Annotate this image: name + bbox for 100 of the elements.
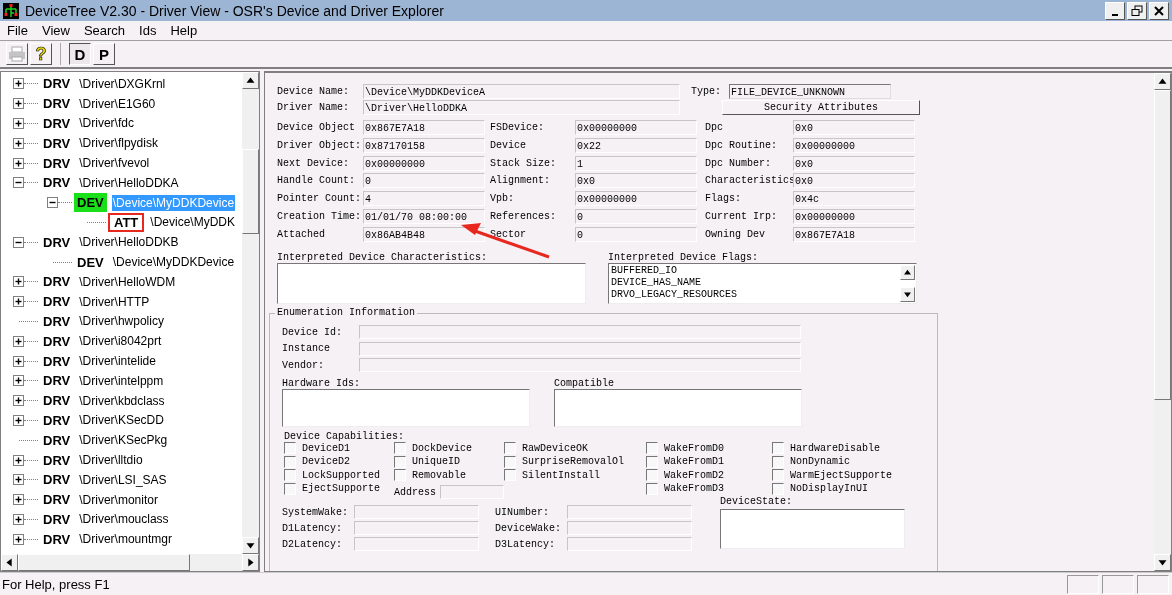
text-field[interactable]: 0x22 [575, 137, 697, 153]
collapse-icon[interactable] [13, 236, 24, 248]
expand-icon[interactable] [13, 513, 24, 525]
text-field[interactable] [354, 537, 479, 551]
menu-item[interactable]: Search [76, 23, 133, 38]
text-field[interactable]: 0x00000000 [793, 137, 915, 153]
expand-icon[interactable] [13, 414, 24, 426]
expand-icon[interactable] [13, 276, 24, 288]
scroll-down-icon[interactable] [1154, 554, 1171, 571]
expand-icon[interactable] [13, 157, 24, 169]
tree-item[interactable]: \Driver\DXGKrnl [78, 75, 167, 92]
text-field[interactable]: 0x00000000 [575, 120, 697, 135]
scrollbar-thumb[interactable] [18, 554, 190, 571]
tree-item[interactable]: \Driver\intelide [78, 353, 157, 370]
tree-item[interactable]: \Driver\HelloDDKB [78, 234, 180, 251]
tree-item[interactable]: \Driver\KSecPkg [78, 432, 169, 449]
tree-item[interactable]: \Driver\LSI_SAS [78, 471, 168, 488]
menu-item[interactable]: Ids [132, 23, 164, 38]
checkbox[interactable]: DeviceD2 [284, 455, 394, 469]
tree-item[interactable]: \Driver\kbdclass [78, 392, 166, 409]
text-field[interactable]: \Device\MyDDKDeviceA [363, 83, 680, 99]
text-field[interactable] [567, 537, 692, 551]
text-field[interactable]: 0x00000000 [575, 191, 697, 207]
checkbox[interactable]: DeviceD1 [284, 441, 394, 455]
checkbox[interactable]: NonDynamic [772, 455, 893, 469]
expand-icon[interactable] [13, 494, 24, 506]
expand-icon[interactable] [13, 118, 24, 129]
menu-item[interactable]: View [34, 23, 77, 38]
text-field[interactable]: 0x00000000 [363, 155, 485, 171]
tree-item[interactable]: \Driver\mouclass [78, 511, 170, 528]
text-field[interactable]: \Driver\HelloDDKA [363, 99, 680, 115]
checkbox[interactable]: RawDeviceOK [504, 441, 646, 455]
tree-item[interactable]: \Driver\E1G60 [78, 95, 157, 112]
tree-item[interactable]: \Driver\HelloDDKA [78, 174, 180, 191]
text-field[interactable]: 0 [575, 209, 697, 225]
text-field[interactable]: 1 [575, 155, 697, 171]
tree-item[interactable]: \Driver\hwpolicy [78, 313, 165, 330]
scroll-down-icon[interactable] [242, 537, 259, 554]
minimize-button[interactable] [1105, 1, 1125, 20]
expand-icon[interactable] [13, 375, 24, 387]
checkbox[interactable]: DockDevice [394, 441, 504, 455]
tree-item[interactable]: \Driver\HelloWDM [78, 273, 177, 290]
text-field[interactable]: 0x0 [793, 173, 915, 189]
tree-item[interactable]: \Driver\intelppm [78, 372, 165, 389]
text-field[interactable] [567, 505, 692, 519]
view-toggle-button[interactable]: D [69, 43, 91, 65]
expand-icon[interactable] [13, 474, 24, 486]
tree-item[interactable]: \Driver\i8042prt [78, 333, 163, 350]
menu-item[interactable]: File [0, 23, 35, 38]
collapse-icon[interactable] [47, 197, 58, 209]
scrollbar[interactable] [242, 72, 259, 554]
expand-icon[interactable] [13, 355, 24, 367]
scroll-down-icon[interactable] [900, 287, 915, 302]
tree-item[interactable]: \Device\MyDDK [149, 214, 236, 231]
text-field[interactable] [567, 521, 692, 535]
text-field[interactable] [354, 505, 479, 519]
checkbox[interactable]: Removable [394, 468, 504, 482]
checkbox[interactable]: SilentInstall [504, 468, 646, 482]
device-state-list[interactable] [720, 509, 905, 549]
checkbox[interactable]: HardwareDisable [772, 441, 893, 455]
compatible-list[interactable] [554, 388, 802, 427]
expand-icon[interactable] [13, 395, 24, 407]
flags-list[interactable]: BUFFERED_IO DEVICE_HAS_NAME DRVO_LEGACY_RESOURCES [608, 263, 917, 304]
text-field[interactable] [440, 485, 504, 499]
text-field[interactable]: 0x00000000 [793, 209, 915, 225]
tree-item[interactable]: \Driver\monitor [78, 491, 159, 508]
text-field[interactable]: 0x86AB4B48 [363, 226, 485, 242]
checkbox[interactable]: WakeFromD3 [646, 482, 772, 496]
scroll-right-icon[interactable] [242, 554, 259, 571]
scroll-up-icon[interactable] [900, 265, 915, 280]
scrollbar[interactable] [1154, 73, 1171, 571]
menu-item[interactable]: Help [163, 23, 205, 38]
checkbox[interactable]: WakeFromD1 [646, 455, 772, 469]
expand-icon[interactable] [13, 335, 24, 347]
text-field[interactable]: 0x0 [793, 155, 915, 171]
tree-item[interactable]: \Driver\flpydisk [78, 135, 159, 152]
restore-button[interactable] [1127, 1, 1147, 20]
text-field[interactable] [359, 325, 801, 340]
expand-icon[interactable] [13, 454, 24, 466]
text-field[interactable]: 0x867E7A18 [363, 120, 485, 135]
tree-item[interactable]: \Driver\KSecDD [78, 412, 165, 429]
text-field[interactable] [359, 358, 801, 373]
expand-icon[interactable] [13, 296, 24, 308]
collapse-icon[interactable] [13, 177, 24, 189]
text-field[interactable]: FILE_DEVICE_UNKNOWN [729, 83, 891, 99]
characteristics-list[interactable] [277, 263, 586, 304]
checkbox[interactable]: UniqueID [394, 455, 504, 469]
horizontal-scrollbar[interactable] [1, 554, 259, 571]
checkbox[interactable]: LockSupported [284, 468, 394, 482]
text-field[interactable]: 0x0 [793, 120, 915, 135]
expand-icon[interactable] [13, 98, 24, 110]
checkbox[interactable]: WakeFromD0 [646, 441, 772, 455]
scroll-left-icon[interactable] [1, 554, 18, 571]
expand-icon[interactable] [13, 78, 24, 90]
tree-item[interactable]: \Driver\mountmgr [78, 531, 173, 548]
text-field[interactable]: 01/01/70 08:00:00 [363, 209, 485, 225]
security-attributes-button[interactable]: Security Attributes [722, 99, 920, 115]
hardware-ids-list[interactable] [282, 388, 530, 427]
checkbox[interactable]: SurpriseRemovalOl [504, 455, 646, 469]
close-button[interactable] [1149, 1, 1169, 20]
